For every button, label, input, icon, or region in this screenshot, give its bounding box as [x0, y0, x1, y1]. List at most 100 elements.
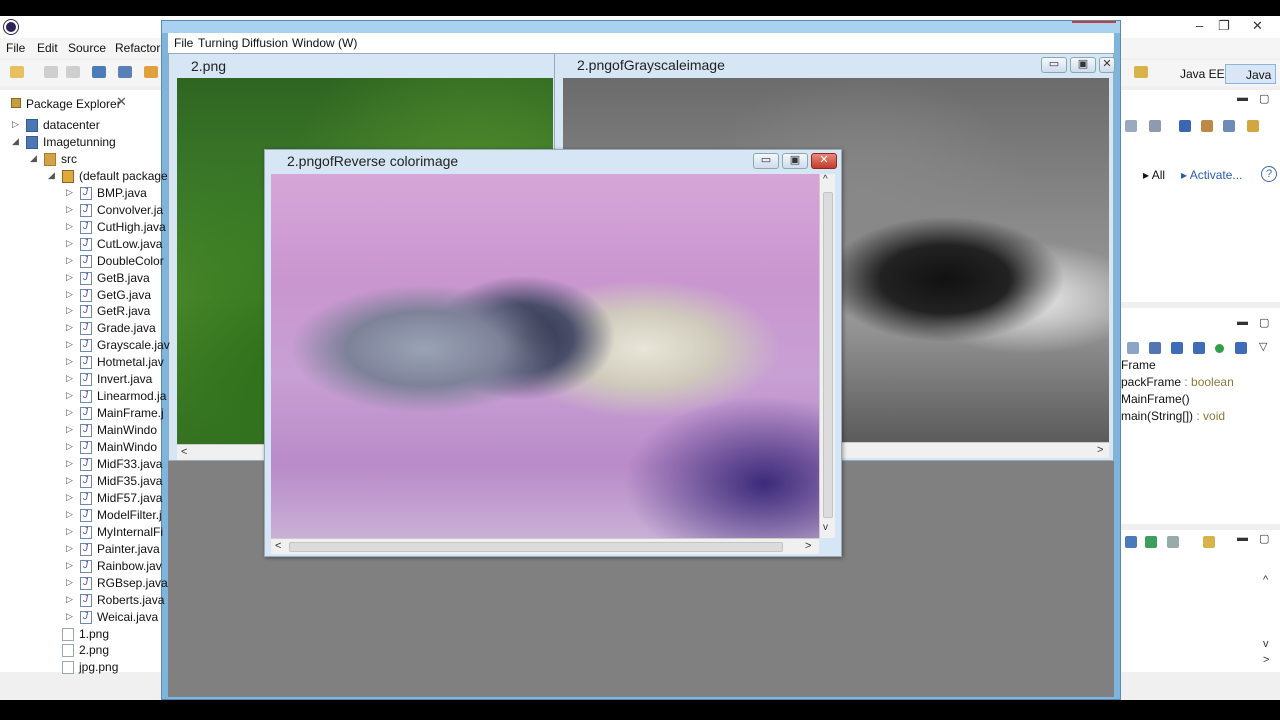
package-explorer-tab[interactable]: Package Explorer ✕: [0, 92, 162, 114]
app-menu-window[interactable]: Window (W): [292, 36, 357, 50]
outline-item[interactable]: packFrame : boolean: [1121, 375, 1234, 389]
scroll-up-icon[interactable]: ^: [823, 174, 828, 185]
hide-static-icon[interactable]: [1193, 342, 1205, 354]
menu-source[interactable]: Source: [68, 41, 106, 55]
expand-arrow-icon[interactable]: ▷: [66, 305, 73, 316]
activate-link[interactable]: ▸ Activate...: [1181, 168, 1242, 182]
filter-icon[interactable]: [1125, 120, 1137, 132]
terminal-icon[interactable]: [92, 66, 106, 78]
open-console-icon[interactable]: [1203, 536, 1215, 548]
menu-refactor[interactable]: Refactor: [115, 41, 160, 55]
expand-arrow-icon[interactable]: ▷: [66, 373, 73, 384]
close-frame-button[interactable]: ✕: [811, 153, 837, 169]
outline-item[interactable]: MainFrame(): [1121, 392, 1190, 406]
expand-arrow-icon[interactable]: ▷: [66, 577, 73, 588]
reverse-hscrollbar[interactable]: < >: [271, 538, 819, 554]
expand-arrow-icon[interactable]: ▷: [66, 424, 73, 435]
expand-arrow-icon[interactable]: ▷: [66, 187, 73, 198]
expand-arrow-icon[interactable]: ▷: [66, 475, 73, 486]
maximize-frame-button[interactable]: ▣: [1070, 57, 1096, 73]
open-perspective-icon[interactable]: [1134, 66, 1148, 78]
expand-arrow-icon[interactable]: ◢: [48, 170, 55, 181]
reverse-vscrollbar[interactable]: ^ v: [819, 174, 835, 538]
expand-arrow-icon[interactable]: ▷: [66, 322, 73, 333]
minimize-icon[interactable]: ▬: [1237, 532, 1248, 544]
maximize-frame-button[interactable]: ▣: [782, 153, 808, 169]
expand-arrow-icon[interactable]: ▷: [66, 356, 73, 367]
hide-fields-icon[interactable]: [1171, 342, 1183, 354]
scroll-down-icon[interactable]: v: [1263, 638, 1269, 650]
vscroll-thumb[interactable]: [823, 192, 833, 518]
perspective-java-ee[interactable]: Java EE: [1160, 64, 1229, 84]
perspective-java[interactable]: Java: [1225, 64, 1277, 84]
new-icon[interactable]: [10, 66, 24, 78]
all-link[interactable]: ▸ All: [1143, 168, 1165, 182]
expand-arrow-icon[interactable]: ▷: [66, 255, 73, 266]
expand-arrow-icon[interactable]: ▷: [66, 492, 73, 503]
debug-icon[interactable]: [118, 66, 132, 78]
maximize-icon[interactable]: ▢: [1259, 532, 1269, 545]
minimize-window-icon[interactable]: –: [1196, 18, 1203, 33]
expand-arrow-icon[interactable]: ▷: [66, 407, 73, 418]
grayscale-frame-titlebar[interactable]: 2.pngofGrayscaleimage ▭ ▣ ✕: [555, 54, 1115, 78]
expand-arrow-icon[interactable]: ▷: [66, 272, 73, 283]
console-icon[interactable]: [1125, 536, 1137, 548]
expand-arrow-icon[interactable]: ▷: [66, 339, 73, 350]
hide-local-icon[interactable]: [1235, 342, 1247, 354]
close-frame-button[interactable]: ✕: [1099, 57, 1115, 73]
reverse-color-image-frame[interactable]: 2.pngofReverse colorimage ▭ ▣ ✕ ^ v < >: [264, 149, 842, 557]
expand-arrow-icon[interactable]: ▷: [66, 221, 73, 232]
expand-arrow-icon[interactable]: ▷: [66, 441, 73, 452]
restore-window-icon[interactable]: ❐: [1218, 18, 1230, 34]
expand-arrow-icon[interactable]: ▷: [66, 611, 73, 622]
expand-arrow-icon[interactable]: ▷: [66, 594, 73, 605]
menu-file[interactable]: File: [6, 41, 25, 55]
outline-item[interactable]: Frame: [1121, 358, 1156, 372]
save-icon[interactable]: [44, 66, 58, 78]
expand-arrow-icon[interactable]: ◢: [30, 153, 37, 164]
original-frame-titlebar[interactable]: 2.png: [169, 54, 555, 78]
outline-collapse-icon[interactable]: [1127, 342, 1139, 354]
expand-arrow-icon[interactable]: ▷: [12, 119, 19, 130]
sort-icon[interactable]: [1149, 342, 1161, 354]
app-menu-turning-diffusion[interactable]: Turning Diffusion: [198, 36, 288, 50]
schedule-icon[interactable]: [1201, 120, 1213, 132]
expand-arrow-icon[interactable]: ◢: [12, 136, 19, 147]
tool-icon[interactable]: [1179, 120, 1191, 132]
package-icon[interactable]: [144, 66, 158, 78]
sync-icon[interactable]: [1247, 120, 1259, 132]
expand-arrow-icon[interactable]: ▷: [66, 526, 73, 537]
minimize-frame-button[interactable]: ▭: [753, 153, 779, 169]
categorize-icon[interactable]: [1149, 120, 1161, 132]
scroll-right-icon[interactable]: >: [1097, 444, 1103, 456]
view-menu-icon[interactable]: ▽: [1259, 340, 1267, 353]
public-filter-icon[interactable]: [1215, 344, 1224, 353]
scroll-left-icon[interactable]: <: [275, 540, 281, 552]
collapse-icon[interactable]: [1223, 120, 1235, 132]
display-icon[interactable]: [1167, 536, 1179, 548]
scroll-right-icon[interactable]: >: [1263, 654, 1269, 666]
pin-icon[interactable]: [1145, 536, 1157, 548]
reverse-frame-titlebar[interactable]: 2.pngofReverse colorimage ▭ ▣ ✕: [265, 150, 841, 174]
close-tab-icon[interactable]: ✕: [116, 94, 127, 110]
expand-arrow-icon[interactable]: ▷: [66, 560, 73, 571]
save-all-icon[interactable]: [66, 66, 80, 78]
app-close-icon[interactable]: [1072, 21, 1116, 23]
scroll-down-icon[interactable]: v: [823, 522, 828, 533]
scroll-up-icon[interactable]: ^: [1263, 574, 1268, 586]
app-menu-file[interactable]: File: [174, 36, 193, 50]
maximize-icon[interactable]: ▢: [1259, 92, 1269, 105]
menu-edit[interactable]: Edit: [37, 41, 58, 55]
expand-arrow-icon[interactable]: ▷: [66, 204, 73, 215]
expand-arrow-icon[interactable]: ▷: [66, 238, 73, 249]
expand-arrow-icon[interactable]: ▷: [66, 289, 73, 300]
expand-arrow-icon[interactable]: ▷: [66, 543, 73, 554]
minimize-icon[interactable]: ▬: [1237, 316, 1248, 328]
scroll-left-icon[interactable]: <: [181, 446, 187, 458]
close-window-icon[interactable]: ✕: [1252, 18, 1263, 34]
expand-arrow-icon[interactable]: ▷: [66, 390, 73, 401]
outline-item[interactable]: main(String[]) : void: [1121, 409, 1225, 423]
help-icon[interactable]: ?: [1261, 166, 1277, 182]
hscroll-thumb[interactable]: [289, 542, 783, 552]
minimize-icon[interactable]: ▬: [1237, 92, 1248, 104]
